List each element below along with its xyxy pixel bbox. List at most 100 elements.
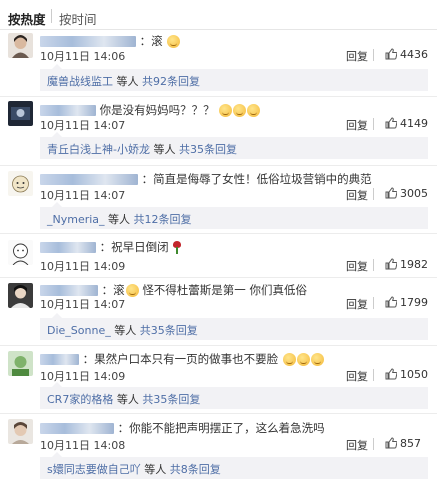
commenter-name[interactable] [40, 173, 138, 185]
sub-replies-text: 魔兽战线监工 等人 共92条回复 [47, 73, 200, 89]
like-button[interactable]: 1982 [385, 258, 428, 271]
comment-text: ：滚 [139, 34, 163, 48]
thumbs-up-icon [385, 117, 398, 129]
like-count: 1799 [400, 296, 428, 309]
sub-replies-caret [52, 452, 62, 457]
divider [373, 188, 374, 200]
sub-reply-middle: 等人 [113, 393, 143, 406]
tab-sort-by-time[interactable]: 按时间 [59, 9, 97, 28]
sub-reply-user[interactable]: Die_Sonne_ [47, 324, 111, 337]
comment-item: 你是没有妈妈吗？？？ 10月11日 14:07 回复 4149 青丘白浅上神-小… [0, 99, 437, 163]
sub-replies[interactable]: _Nymeria_ 等人 共12条回复 [40, 202, 428, 229]
sub-replies-text: _Nymeria_ 等人 共12条回复 [47, 211, 192, 227]
comment-divider [0, 96, 437, 97]
tab-sort-by-hot[interactable]: 按热度 [8, 9, 46, 28]
sub-replies-caret [52, 202, 62, 207]
reply-button[interactable]: 回复 [346, 368, 368, 384]
tab-separator [51, 9, 52, 23]
comment-divider [0, 413, 437, 414]
sub-reply-count[interactable]: 共35条回复 [140, 324, 198, 337]
sub-reply-user[interactable]: CR7家的格格 [47, 393, 113, 406]
sub-replies[interactable]: CR7家的格格 等人 共35条回复 [40, 382, 428, 409]
like-count: 857 [400, 437, 421, 450]
thumbs-up-icon [385, 48, 398, 60]
sub-reply-user[interactable]: _Nymeria_ [47, 213, 105, 226]
like-button[interactable]: 1799 [385, 296, 428, 309]
reply-button[interactable]: 回复 [346, 258, 368, 274]
avatar[interactable] [8, 351, 33, 376]
commenter-name[interactable] [40, 284, 98, 296]
divider [373, 49, 374, 61]
avatar[interactable] [8, 240, 33, 265]
comment-line: 你是没有妈妈吗？？？ [40, 102, 261, 118]
laughing-emoji-icon [296, 352, 310, 366]
sub-replies[interactable]: 魔兽战线监工 等人 共92条回复 [40, 64, 428, 91]
avatar[interactable] [8, 171, 33, 196]
like-count: 4149 [400, 117, 428, 130]
sub-reply-user[interactable]: 魔兽战线监工 [47, 75, 113, 88]
comment-item: ：祝早日倒闭 10月11日 14:09 回复 1982 [0, 235, 437, 275]
sub-replies[interactable]: 青丘白浅上神-小娇龙 等人 共35条回复 [40, 132, 428, 159]
divider [373, 438, 374, 450]
comment-line: ：简直是侮辱了女性！低俗垃圾营销中的典范 [40, 171, 372, 187]
avatar[interactable] [8, 419, 33, 444]
sub-reply-count[interactable]: 共35条回复 [179, 143, 237, 156]
comment-time: 10月11日 14:07 [40, 119, 126, 132]
like-button[interactable]: 4436 [385, 48, 428, 61]
sub-replies-caret [52, 382, 62, 387]
avatar[interactable] [8, 33, 33, 58]
sub-reply-count[interactable]: 共35条回复 [142, 393, 200, 406]
comment-time: 10月11日 14:08 [40, 439, 126, 452]
comment-line: ：祝早日倒闭 [40, 239, 182, 255]
commenter-name[interactable] [40, 353, 79, 365]
like-button[interactable]: 3005 [385, 187, 428, 200]
commenter-name[interactable] [40, 35, 136, 47]
comment-item: ：你能不能把声明摆正了，这么着急洗吗 10月11日 14:08 回复 857 s… [0, 415, 437, 495]
sub-replies[interactable]: s嬛同志要做自己吖 等人 共8条回复 [40, 452, 428, 479]
commenter-name[interactable] [40, 422, 114, 434]
like-button[interactable]: 1050 [385, 368, 428, 381]
divider [373, 118, 374, 130]
sub-reply-middle: 等人 [110, 324, 140, 337]
comment-time: 10月11日 14:07 [40, 298, 126, 311]
sort-tabs: 按热度 按时间 [0, 0, 437, 30]
sub-reply-middle: 等人 [113, 75, 142, 88]
avatar[interactable] [8, 101, 33, 126]
sub-reply-count[interactable]: 共92条回复 [142, 75, 200, 88]
commenter-name[interactable] [40, 241, 96, 253]
laughing-emoji-icon [282, 352, 296, 366]
like-count: 1050 [400, 368, 428, 381]
comment-text: ：果然户口本只有一页的做事也不要脸 [82, 352, 279, 366]
laughing-emoji-icon [219, 103, 233, 117]
comment-item: ：滚 怪不得杜蕾斯是第一 你们真低俗 10月11日 14:07 回复 1799 … [0, 279, 437, 343]
comment-time: 10月11日 14:06 [40, 50, 126, 63]
reply-button[interactable]: 回复 [346, 187, 368, 203]
sub-reply-user[interactable]: s嬛同志要做自己吖 [47, 463, 141, 476]
comment-text: 你是没有妈妈吗？？？ [99, 103, 215, 117]
sub-replies-text: Die_Sonne_ 等人 共35条回复 [47, 322, 198, 338]
sub-reply-user[interactable]: 青丘白浅上神-小娇龙 [47, 143, 150, 156]
avatar[interactable] [8, 283, 33, 308]
comment-text-continued: 怪不得杜蕾斯是第一 你们真低俗 [142, 283, 307, 297]
reply-button[interactable]: 回复 [346, 117, 368, 133]
comment-text: ：滚 [101, 283, 125, 297]
reply-button[interactable]: 回复 [346, 48, 368, 64]
sub-reply-middle: 等人 [140, 463, 170, 476]
sub-reply-count[interactable]: 共12条回复 [134, 213, 192, 226]
comment-divider [0, 345, 437, 346]
like-button[interactable]: 857 [385, 437, 421, 450]
sub-replies-caret [52, 132, 62, 137]
commenter-name[interactable] [40, 104, 96, 116]
like-button[interactable]: 4149 [385, 117, 428, 130]
comment-line: ：滚 [40, 33, 181, 49]
sub-replies-text: s嬛同志要做自己吖 等人 共8条回复 [47, 461, 221, 477]
reply-button[interactable]: 回复 [346, 296, 368, 312]
sub-reply-middle: 等人 [104, 213, 134, 226]
comment-item: ：果然户口本只有一页的做事也不要脸 10月11日 14:09 回复 1050 C… [0, 347, 437, 411]
sub-reply-count[interactable]: 共8条回复 [170, 463, 221, 476]
comment-line: ：果然户口本只有一页的做事也不要脸 [40, 351, 324, 367]
thumbs-up-icon [385, 368, 398, 380]
comment-time: 10月11日 14:09 [40, 260, 126, 273]
sub-replies[interactable]: Die_Sonne_ 等人 共35条回复 [40, 313, 428, 340]
reply-button[interactable]: 回复 [346, 437, 368, 453]
